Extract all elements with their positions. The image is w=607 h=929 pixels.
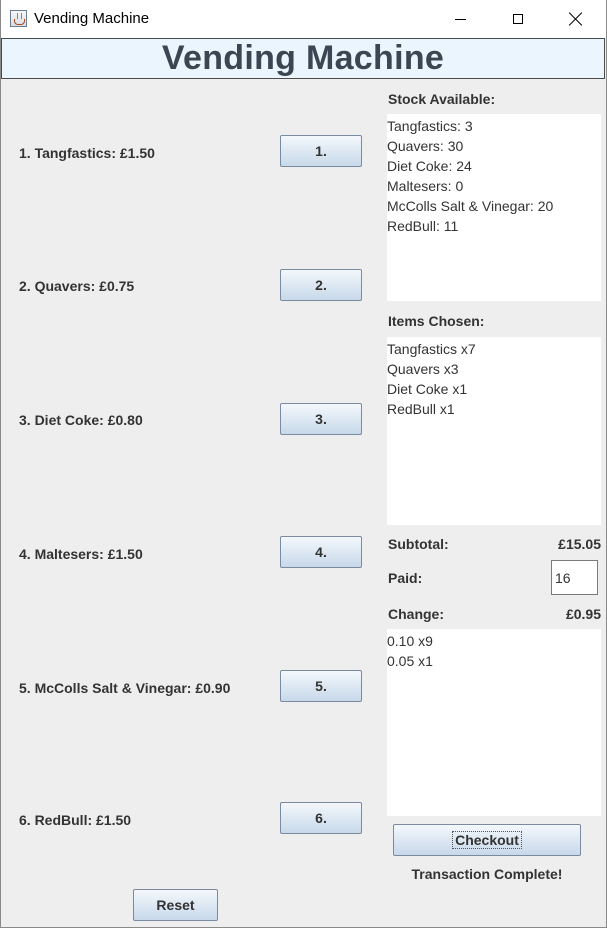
select-item-4-button[interactable]: 4. [280,536,362,568]
change-line: 0.05 x1 [387,653,433,669]
item-label-2: 2. Quavers: £0.75 [19,278,135,294]
change-textarea[interactable]: 0.10 x9 0.05 x1 [387,629,601,816]
minimize-icon [454,18,466,20]
stock-line: Maltesers: 0 [387,178,464,194]
stock-textarea[interactable]: Tangfastics: 3 Quavers: 30 Diet Coke: 24… [387,114,601,301]
subtotal-label: Subtotal: [388,536,449,552]
header-banner: Vending Machine [1,38,605,79]
checkout-button[interactable]: Checkout [393,824,581,856]
subtotal-value: £15.05 [558,536,601,552]
chosen-line: Quavers x3 [387,361,459,377]
stock-line: Tangfastics: 3 [387,118,473,134]
select-item-2-button[interactable]: 2. [280,269,362,301]
select-item-5-button[interactable]: 5. [280,670,362,702]
items-chosen-label: Items Chosen: [388,313,485,329]
change-label: Change: [388,606,444,622]
maximize-icon [513,14,523,24]
item-label-6: 6. RedBull: £1.50 [19,812,132,828]
stock-line: Quavers: 30 [387,138,464,154]
chosen-line: RedBull x1 [387,401,455,417]
checkout-button-label: Checkout [452,831,522,849]
change-line: 0.10 x9 [387,633,433,649]
items-chosen-textarea[interactable]: Tangfastics x7 Quavers x3 Diet Coke x1 R… [387,337,601,525]
close-icon [569,12,583,26]
status-message: Transaction Complete! [411,866,563,882]
title-bar[interactable]: Vending Machine [1,0,606,38]
item-label-3: 3. Diet Coke: £0.80 [19,412,143,428]
header-title: Vending Machine [161,39,445,77]
paid-label: Paid: [388,570,423,586]
stock-line: McColls Salt & Vinegar: 20 [387,198,554,214]
minimize-button[interactable] [431,0,489,38]
item-label-5: 5. McColls Salt & Vinegar: £0.90 [19,680,231,696]
select-item-6-button[interactable]: 6. [280,802,362,834]
paid-input[interactable] [551,560,598,595]
chosen-line: Diet Coke x1 [387,381,468,397]
stock-line: RedBull: 11 [387,218,459,234]
select-item-1-button[interactable]: 1. [280,135,362,167]
vending-machine-window: Vending Machine Vending Machine 1. Tangf… [0,0,607,928]
close-button[interactable] [547,0,605,38]
change-value: £0.95 [565,606,601,622]
java-cup-icon [10,10,27,27]
maximize-button[interactable] [489,0,547,38]
item-label-4: 4. Maltesers: £1.50 [19,546,143,562]
reset-button[interactable]: Reset [133,889,218,921]
item-label-1: 1. Tangfastics: £1.50 [19,145,155,161]
select-item-3-button[interactable]: 3. [280,403,362,435]
stock-line: Diet Coke: 24 [387,158,472,174]
window-title: Vending Machine [34,10,150,27]
chosen-line: Tangfastics x7 [387,341,476,357]
stock-label: Stock Available: [388,91,496,107]
